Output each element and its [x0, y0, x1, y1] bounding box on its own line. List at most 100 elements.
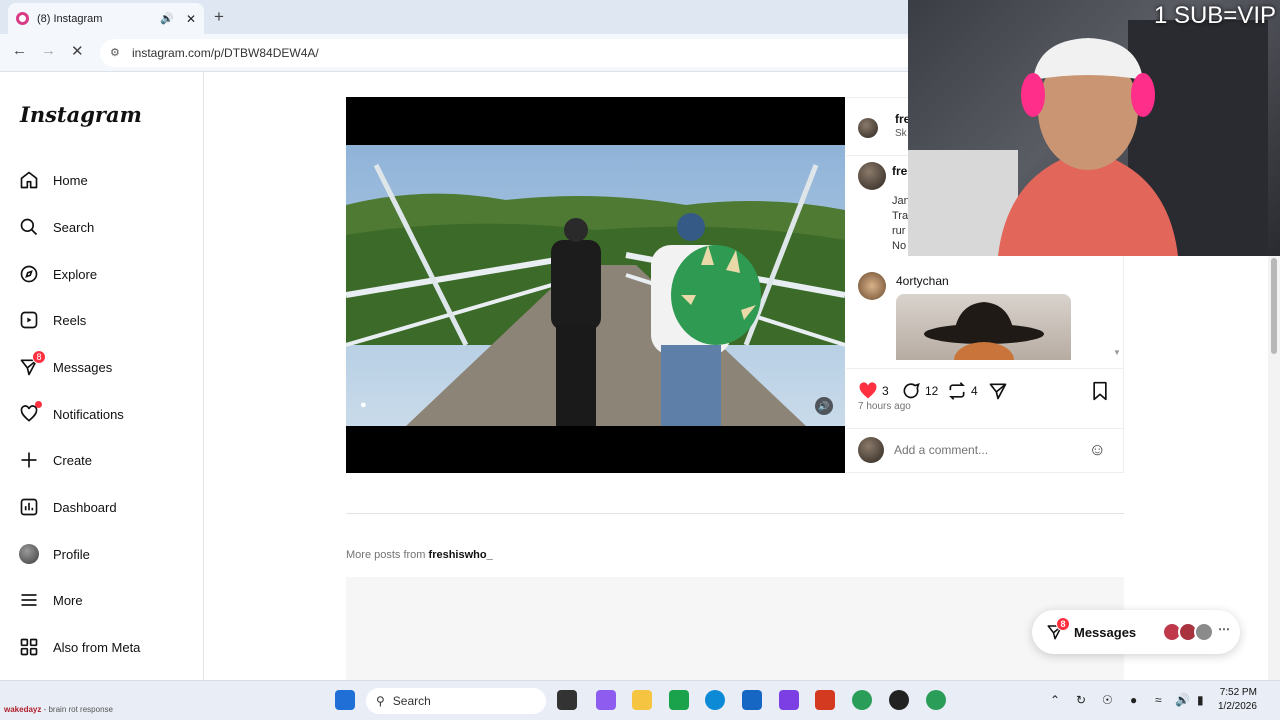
more-posts-username[interactable]: freshiswho_: [429, 549, 493, 561]
like-count: 3: [882, 384, 889, 398]
chevron-up-icon[interactable]: ⌃: [1050, 693, 1060, 707]
sidebar-item-label: Dashboard: [53, 499, 117, 515]
clock-date: 1/2/2026: [1218, 701, 1257, 712]
sidebar-item-label: Messages: [53, 359, 113, 375]
scroll-down-icon[interactable]: ▼: [1113, 348, 1121, 357]
repost-icon: [949, 382, 965, 400]
task-view-icon[interactable]: [557, 690, 577, 710]
post-timestamp: 7 hours ago: [858, 401, 911, 412]
sidebar-item-label: Search: [53, 219, 95, 235]
notification-dot: [35, 401, 42, 408]
recent-chat-avatars: ⋯: [1162, 622, 1230, 642]
battery-icon[interactable]: ▮: [1197, 693, 1204, 707]
address-bar[interactable]: ⚙ instagram.com/p/DTBW84DEW4A/: [100, 39, 930, 67]
sidebar-item-create[interactable]: Create: [18, 446, 92, 474]
save-button[interactable]: [1091, 381, 1109, 401]
add-comment-row: Add a comment... ☺: [846, 428, 1124, 470]
app-icon[interactable]: [815, 690, 835, 710]
reels-icon: [18, 309, 40, 331]
like-button[interactable]: 3: [858, 381, 889, 401]
sidebar-item-also-from-meta[interactable]: Also from Meta: [18, 633, 140, 661]
scrollbar-thumb[interactable]: [1271, 258, 1277, 354]
microphone-icon[interactable]: ●: [1130, 693, 1137, 707]
stop-loading-icon[interactable]: ✕: [71, 42, 84, 60]
taskbar-search[interactable]: ⚲ Search: [366, 688, 546, 714]
sidebar-item-label: Explore: [53, 266, 98, 282]
plus-icon: [18, 449, 40, 471]
sidebar-item-dashboard[interactable]: Dashboard: [18, 493, 117, 521]
floating-messages-badge: 8: [1056, 617, 1070, 631]
search-icon: [18, 216, 40, 238]
comment-button[interactable]: 12: [901, 381, 938, 401]
new-tab-icon[interactable]: +: [214, 7, 224, 27]
browser-tab-instagram[interactable]: (8) Instagram 🔊 ✕: [8, 3, 204, 34]
shield-icon[interactable]: ☉: [1102, 693, 1113, 707]
heart-icon: [18, 401, 42, 425]
windows-start-icon[interactable]: [335, 690, 355, 710]
author-subtitle: Sk: [895, 128, 907, 139]
copilot-icon[interactable]: [596, 690, 616, 710]
file-explorer-icon[interactable]: [632, 690, 652, 710]
commenter-username[interactable]: 4ortychan: [896, 274, 949, 288]
messenger-icon: 8: [18, 350, 46, 378]
caption-avatar[interactable]: [858, 162, 886, 190]
tag-person-icon[interactable]: ●: [360, 399, 367, 411]
speaker-icon[interactable]: 🔊: [160, 12, 174, 25]
sidebar-item-explore[interactable]: Explore: [18, 260, 97, 288]
streamer-camera-image: [908, 20, 1268, 256]
sidebar-item-search[interactable]: Search: [18, 213, 94, 241]
floating-messages-button[interactable]: 8 Messages ⋯: [1032, 610, 1240, 654]
site-settings-icon[interactable]: ⚙: [110, 46, 124, 60]
wifi-icon[interactable]: ≈: [1155, 693, 1162, 707]
dashboard-icon: [18, 496, 40, 518]
share-button[interactable]: [988, 381, 1008, 401]
sidebar-item-home[interactable]: Home: [18, 166, 88, 194]
close-tab-icon[interactable]: ✕: [186, 12, 196, 26]
repost-count: 4: [971, 384, 978, 398]
search-icon: ⚲: [376, 694, 385, 708]
caption-username[interactable]: fre: [892, 164, 907, 178]
bookmark-icon: [1093, 381, 1107, 401]
volume-icon[interactable]: 🔊: [1175, 693, 1190, 707]
clock-time: 7:52 PM: [1219, 687, 1257, 698]
instagram-logo[interactable]: Instagram: [20, 102, 142, 127]
sidebar-item-profile[interactable]: Profile: [18, 540, 90, 568]
edge-icon[interactable]: [705, 690, 725, 710]
tab-title: (8) Instagram: [37, 12, 103, 25]
commenter-avatar[interactable]: [858, 272, 886, 300]
sync-icon[interactable]: ↻: [1076, 693, 1086, 707]
avatar-icon: [18, 543, 40, 565]
obs-icon[interactable]: [779, 690, 799, 710]
chrome-icon[interactable]: [852, 690, 872, 710]
repost-button[interactable]: 4: [947, 381, 978, 401]
author-avatar[interactable]: [858, 118, 878, 138]
page-scrollbar[interactable]: [1268, 256, 1280, 680]
webcam-overlay-text: 1 SUB=VIP: [1153, 2, 1276, 29]
forward-arrow-icon[interactable]: →: [41, 42, 56, 59]
sidebar-item-reels[interactable]: Reels: [18, 306, 86, 334]
menu-icon: [18, 589, 40, 611]
system-clock[interactable]: 7:52 PM 1/2/2026: [1218, 686, 1257, 714]
comment-icon: [903, 382, 920, 399]
comment-gif-image[interactable]: [896, 294, 1071, 360]
taskbar-search-label: Search: [392, 694, 431, 708]
sidebar-item-messages[interactable]: 8 Messages: [18, 350, 113, 381]
sidebar-item-more[interactable]: More: [18, 586, 83, 614]
sidebar-item-notifications[interactable]: Notifications: [18, 400, 124, 428]
messages-badge: 8: [32, 350, 46, 364]
heart-filled-icon: [859, 382, 877, 399]
store-icon[interactable]: [742, 690, 762, 710]
sidebar-item-label: Notifications: [53, 406, 124, 422]
avatar: [1194, 622, 1214, 642]
app-icon-dark[interactable]: [889, 690, 909, 710]
comment-input[interactable]: Add a comment...: [894, 443, 1089, 457]
url-text: instagram.com/p/DTBW84DEW4A/: [132, 46, 319, 60]
chrome-active-icon[interactable]: [926, 690, 946, 710]
emoji-icon[interactable]: ☺: [1089, 440, 1106, 460]
audio-icon[interactable]: 🔊: [815, 397, 833, 415]
back-arrow-icon[interactable]: ←: [12, 42, 27, 59]
post-video[interactable]: ● 🔊: [346, 97, 845, 473]
xbox-icon[interactable]: [669, 690, 689, 710]
windows-taskbar: wakedayz - brain rot response ⚲ Search ⌃…: [0, 680, 1280, 720]
sidebar-item-label: Create: [53, 452, 93, 468]
